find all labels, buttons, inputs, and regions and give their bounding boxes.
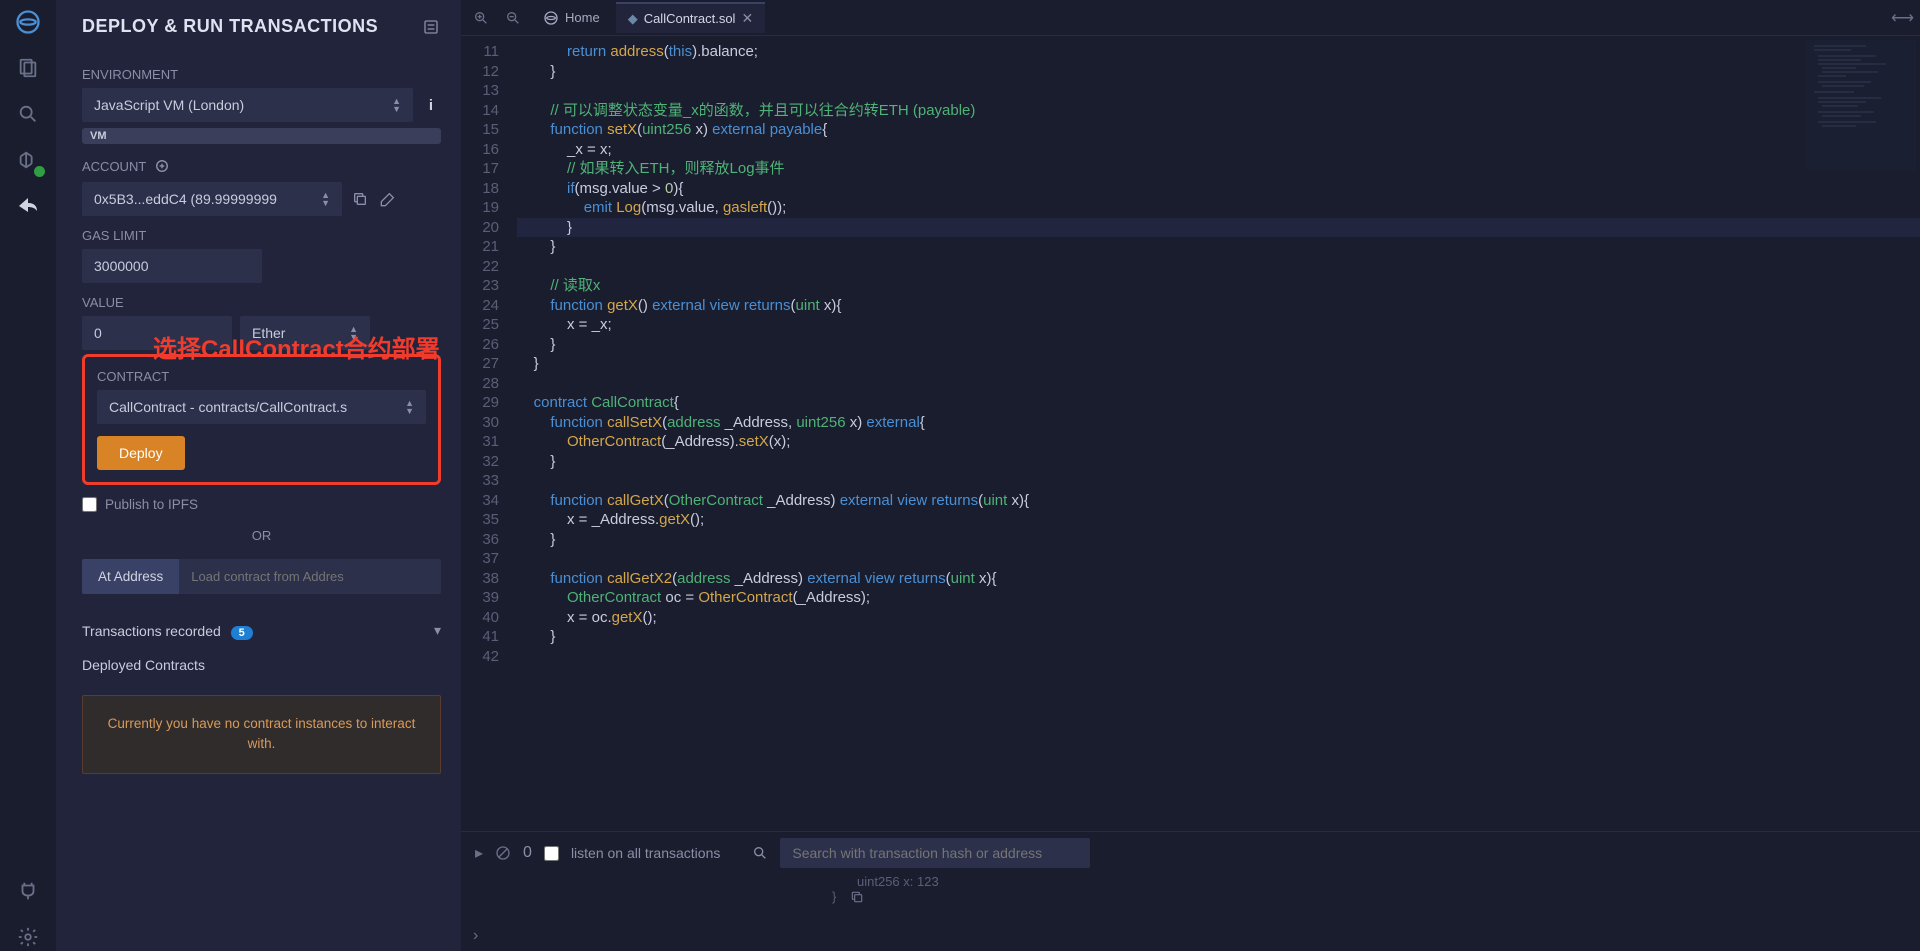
add-account-icon[interactable] bbox=[152, 156, 172, 176]
terminal-toggle-icon[interactable]: ▸ bbox=[475, 843, 483, 863]
copy-icon[interactable] bbox=[350, 189, 370, 209]
updown-icon: ▲▼ bbox=[405, 399, 414, 415]
ipfs-checkbox-row[interactable]: Publish to IPFS bbox=[82, 497, 441, 512]
info-icon[interactable]: i bbox=[421, 95, 441, 115]
panel-title: DEPLOY & RUN TRANSACTIONS bbox=[82, 16, 378, 37]
edit-icon[interactable] bbox=[378, 189, 398, 209]
files-icon[interactable] bbox=[14, 54, 42, 82]
copy-icon[interactable] bbox=[850, 890, 864, 904]
at-address-button[interactable]: At Address bbox=[82, 559, 179, 594]
search-icon[interactable] bbox=[14, 100, 42, 128]
chevron-down-icon[interactable]: ▾ bbox=[434, 622, 441, 639]
minimap[interactable] bbox=[1806, 40, 1916, 170]
env-label: ENVIRONMENT bbox=[82, 67, 441, 82]
vm-badge: VM bbox=[82, 128, 441, 144]
terminal: ▸ 0 listen on all transactions uint256 x… bbox=[461, 831, 1920, 951]
terminal-output: uint256 x: 123 } bbox=[461, 874, 1920, 921]
line-gutter: 1112131415161718192021222324252627282930… bbox=[461, 36, 517, 831]
gas-label: GAS LIMIT bbox=[82, 228, 441, 243]
logo-icon[interactable] bbox=[14, 8, 42, 36]
contract-select[interactable]: CallContract - contracts/CallContract.s … bbox=[97, 390, 426, 424]
tab-file[interactable]: ◆ CallContract.sol ✕ bbox=[616, 2, 766, 33]
tx-search-input[interactable] bbox=[780, 838, 1090, 868]
search-icon[interactable] bbox=[752, 845, 768, 861]
deploy-panel: DEPLOY & RUN TRANSACTIONS ENVIRONMENT Ja… bbox=[56, 0, 461, 951]
main-area: Home ◆ CallContract.sol ✕ ⟷ 111213141516… bbox=[461, 0, 1920, 951]
plugin-icon[interactable] bbox=[14, 877, 42, 905]
terminal-caret-icon[interactable]: › bbox=[461, 921, 1920, 951]
compiler-icon[interactable] bbox=[14, 146, 42, 174]
highlight-text: 选择CallContract合约部署 bbox=[153, 329, 440, 364]
gas-input[interactable] bbox=[82, 249, 262, 283]
code-area[interactable]: return address(this).balance; } // 可以调整状… bbox=[517, 36, 1920, 831]
highlight-annotation: 选择CallContract合约部署 CONTRACT CallContract… bbox=[82, 354, 441, 485]
updown-icon: ▲▼ bbox=[321, 191, 330, 207]
no-contracts-notice: Currently you have no contract instances… bbox=[82, 695, 441, 774]
tab-home[interactable]: Home bbox=[531, 4, 612, 32]
block-icon[interactable] bbox=[495, 845, 511, 861]
deployed-contracts-label: Deployed Contracts bbox=[82, 657, 441, 673]
value-label: VALUE bbox=[82, 295, 441, 310]
deploy-icon[interactable] bbox=[14, 192, 42, 220]
transactions-recorded-row[interactable]: Transactions recorded 5 ▾ bbox=[82, 622, 441, 639]
or-text: OR bbox=[82, 528, 441, 543]
tabs-bar: Home ◆ CallContract.sol ✕ bbox=[461, 0, 1920, 36]
trans-count-badge: 5 bbox=[231, 626, 253, 640]
panel-menu-icon[interactable] bbox=[421, 17, 441, 37]
zoom-out-icon[interactable] bbox=[499, 4, 527, 32]
close-icon[interactable]: ✕ bbox=[741, 10, 753, 27]
zoom-in-icon[interactable] bbox=[467, 4, 495, 32]
settings-icon[interactable] bbox=[14, 923, 42, 951]
deploy-button[interactable]: Deploy bbox=[97, 436, 185, 470]
contract-label: CONTRACT bbox=[97, 369, 426, 384]
code-editor[interactable]: 1112131415161718192021222324252627282930… bbox=[461, 36, 1920, 831]
expand-icon[interactable]: ⟷ bbox=[1891, 8, 1914, 28]
listen-checkbox[interactable] bbox=[544, 846, 559, 861]
account-select[interactable]: 0x5B3...eddC4 (89.99999999 ▲▼ bbox=[82, 182, 342, 216]
account-label: ACCOUNT bbox=[82, 156, 441, 176]
ipfs-checkbox[interactable] bbox=[82, 497, 97, 512]
solidity-icon: ◆ bbox=[628, 11, 638, 27]
listen-label: listen on all transactions bbox=[571, 845, 720, 861]
env-select[interactable]: JavaScript VM (London) ▲▼ bbox=[82, 88, 413, 122]
icon-sidebar bbox=[0, 0, 56, 951]
at-address-input[interactable] bbox=[179, 559, 441, 594]
updown-icon: ▲▼ bbox=[392, 97, 401, 113]
pending-count: 0 bbox=[523, 844, 532, 862]
